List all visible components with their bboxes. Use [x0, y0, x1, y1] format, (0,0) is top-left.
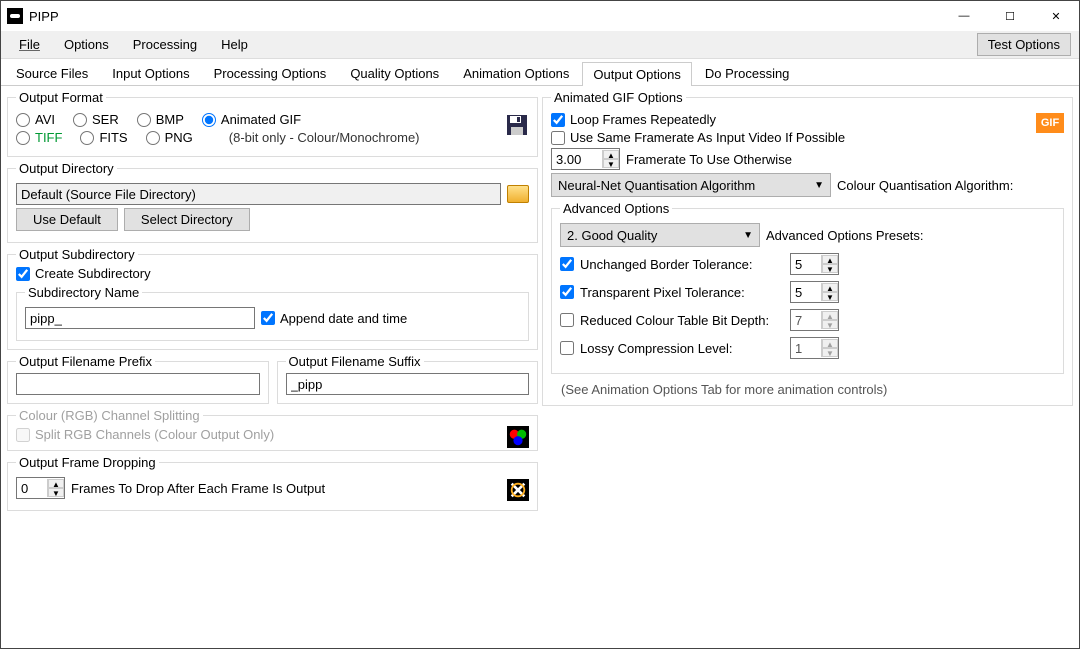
lossy-compression-check[interactable]: Lossy Compression Level: [560, 341, 790, 356]
same-framerate-check[interactable]: Use Same Framerate As Input Video If Pos… [551, 130, 1064, 145]
subdirectory-name-input[interactable] [25, 307, 255, 329]
format-avi[interactable]: AVI [16, 112, 55, 127]
output-directory-legend: Output Directory [16, 161, 117, 176]
app-window: PIPP — ☐ ✕ File Options Processing Help … [0, 0, 1080, 649]
loop-frames-check[interactable]: Loop Frames Repeatedly [551, 112, 1064, 127]
advanced-preset-combo[interactable]: 2. Good Quality▼ [560, 223, 760, 247]
subdirectory-name-legend: Subdirectory Name [25, 285, 142, 300]
rgb-splitting-group: Colour (RGB) Channel Splitting Split RGB… [7, 408, 538, 451]
frame-dropping-legend: Output Frame Dropping [16, 455, 159, 470]
tab-do-processing[interactable]: Do Processing [694, 61, 801, 85]
drop-frames-icon [507, 479, 529, 501]
output-format-group: Output Format AVI SER BMP Animated GIF T… [7, 90, 538, 157]
rgb-icon [507, 426, 529, 448]
tab-output-options[interactable]: Output Options [582, 62, 691, 86]
format-ser[interactable]: SER [73, 112, 119, 127]
filename-prefix-legend: Output Filename Prefix [16, 354, 155, 369]
border-tolerance-check[interactable]: Unchanged Border Tolerance: [560, 257, 790, 272]
reduced-colour-spin: ▲▼ [790, 309, 839, 331]
format-tiff[interactable]: TIFF [16, 130, 62, 145]
menu-help[interactable]: Help [211, 33, 258, 56]
tab-animation-options[interactable]: Animation Options [452, 61, 580, 85]
tab-quality-options[interactable]: Quality Options [339, 61, 450, 85]
maximize-button[interactable]: ☐ [987, 1, 1033, 31]
menu-options[interactable]: Options [54, 33, 119, 56]
framerate-spin[interactable]: ▲▼ [551, 148, 620, 170]
gif-footnote: (See Animation Options Tab for more anim… [551, 382, 1064, 397]
format-fits[interactable]: FITS [80, 130, 127, 145]
left-column: Output Format AVI SER BMP Animated GIF T… [7, 90, 538, 644]
advanced-preset-label: Advanced Options Presets: [766, 228, 924, 243]
output-subdirectory-legend: Output Subdirectory [16, 247, 138, 262]
gif-badge-icon: GIF [1036, 113, 1064, 133]
tab-input-options[interactable]: Input Options [101, 61, 200, 85]
filename-prefix-group: Output Filename Prefix [7, 354, 269, 404]
format-png[interactable]: PNG [146, 130, 193, 145]
animated-gif-options-legend: Animated GIF Options [551, 90, 686, 105]
subdirectory-name-group: Subdirectory Name Append date and time [16, 285, 529, 341]
transparent-tolerance-spin[interactable]: ▲▼ [790, 281, 839, 303]
transparent-tolerance-check[interactable]: Transparent Pixel Tolerance: [560, 285, 790, 300]
frame-dropping-group: Output Frame Dropping ▲▼ Frames To Drop … [7, 455, 538, 511]
content: Output Format AVI SER BMP Animated GIF T… [1, 86, 1079, 648]
create-subdirectory-check[interactable]: Create Subdirectory [16, 266, 529, 281]
append-date-time-check[interactable]: Append date and time [261, 311, 407, 326]
filename-suffix-group: Output Filename Suffix [277, 354, 539, 404]
split-rgb-check: Split RGB Channels (Colour Output Only) [16, 427, 529, 442]
tab-source-files[interactable]: Source Files [5, 61, 99, 85]
filename-suffix-legend: Output Filename Suffix [286, 354, 424, 369]
minimize-button[interactable]: — [941, 1, 987, 31]
menubar: File Options Processing Help Test Option… [1, 31, 1079, 59]
format-bmp[interactable]: BMP [137, 112, 184, 127]
output-subdirectory-group: Output Subdirectory Create Subdirectory … [7, 247, 538, 350]
tabs: Source Files Input Options Processing Op… [1, 59, 1079, 86]
frames-to-drop-spin[interactable]: ▲▼ [16, 477, 65, 499]
advanced-options-group: Advanced Options 2. Good Quality▼ Advanc… [551, 201, 1064, 374]
tab-processing-options[interactable]: Processing Options [203, 61, 338, 85]
format-note: (8-bit only - Colour/Monochrome) [229, 130, 420, 145]
titlebar: PIPP — ☐ ✕ [1, 1, 1079, 31]
reduced-colour-check[interactable]: Reduced Colour Table Bit Depth: [560, 313, 790, 328]
app-icon [7, 8, 23, 24]
use-default-button[interactable]: Use Default [16, 208, 118, 231]
folder-icon[interactable] [507, 185, 529, 203]
close-button[interactable]: ✕ [1033, 1, 1079, 31]
save-icon[interactable] [505, 113, 529, 137]
right-column: Animated GIF Options GIF Loop Frames Rep… [542, 90, 1073, 644]
output-directory-field [16, 183, 501, 205]
select-directory-button[interactable]: Select Directory [124, 208, 250, 231]
framerate-label: Framerate To Use Otherwise [626, 152, 792, 167]
menu-file[interactable]: File [9, 33, 50, 56]
rgb-splitting-legend: Colour (RGB) Channel Splitting [16, 408, 203, 423]
output-format-legend: Output Format [16, 90, 106, 105]
animated-gif-options-group: Animated GIF Options GIF Loop Frames Rep… [542, 90, 1073, 406]
menu-processing[interactable]: Processing [123, 33, 207, 56]
advanced-options-legend: Advanced Options [560, 201, 672, 216]
quantisation-combo[interactable]: Neural-Net Quantisation Algorithm▼ [551, 173, 831, 197]
frames-to-drop-label: Frames To Drop After Each Frame Is Outpu… [71, 481, 325, 496]
filename-suffix-input[interactable] [286, 373, 530, 395]
border-tolerance-spin[interactable]: ▲▼ [790, 253, 839, 275]
window-title: PIPP [29, 9, 941, 24]
format-animated-gif[interactable]: Animated GIF [202, 112, 301, 127]
filename-prefix-input[interactable] [16, 373, 260, 395]
window-buttons: — ☐ ✕ [941, 1, 1079, 31]
lossy-compression-spin: ▲▼ [790, 337, 839, 359]
quantisation-label: Colour Quantisation Algorithm: [837, 178, 1013, 193]
output-directory-group: Output Directory Use Default Select Dire… [7, 161, 538, 243]
test-options-button[interactable]: Test Options [977, 33, 1071, 56]
